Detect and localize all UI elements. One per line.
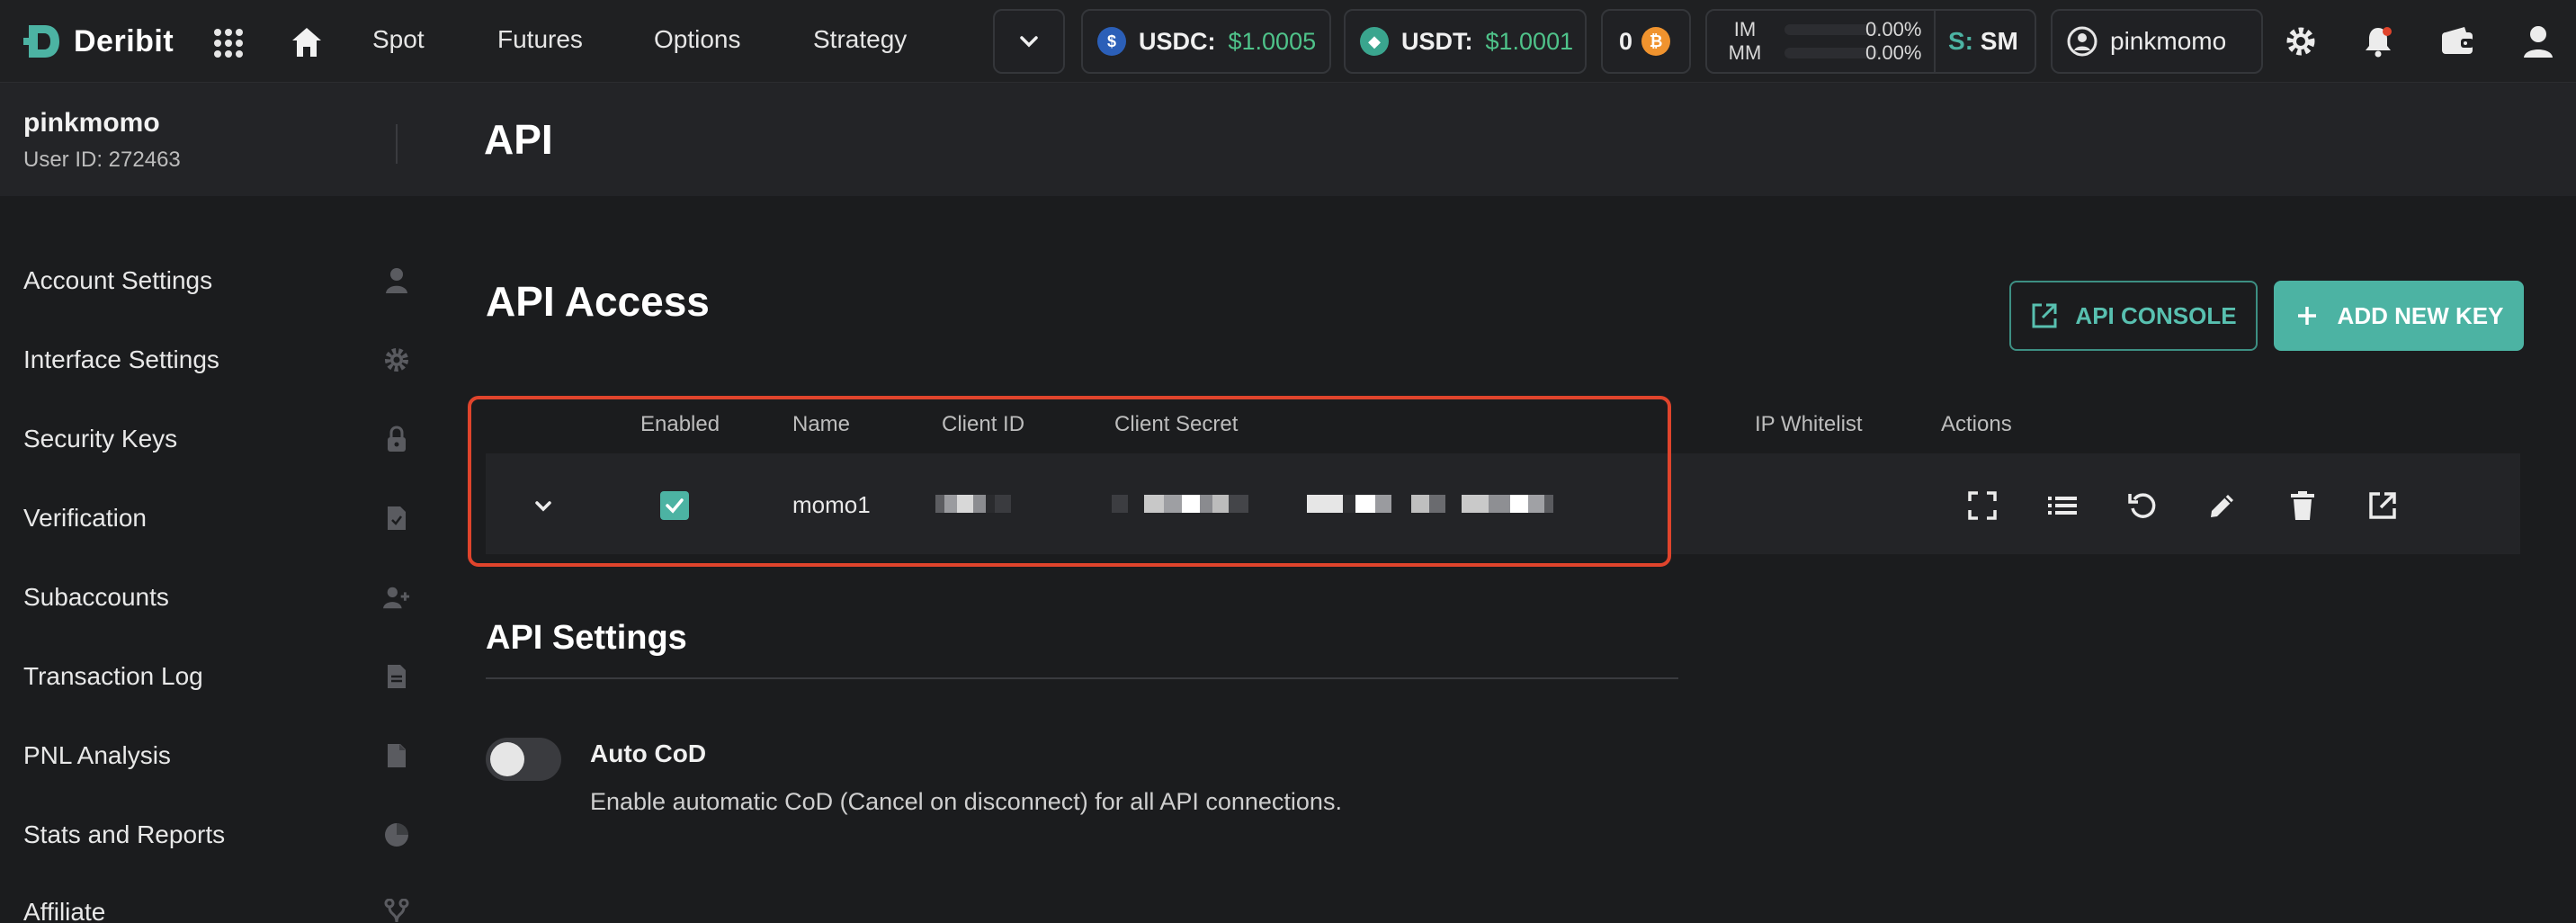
highlight-box [468,396,1671,567]
page-header [0,83,2576,196]
mode-prefix: S: [1948,27,1973,55]
sidebar-item-label: Stats and Reports [23,820,226,848]
sidebar-item-stats-and-reports[interactable]: Stats and Reports [23,808,410,862]
btc-count: 0 [1619,27,1633,55]
fork-icon [383,899,410,923]
account-username: pinkmomo [2110,27,2227,55]
nav-options[interactable]: Options [654,25,741,54]
mm-label: MM [1728,41,1762,64]
document-icon [383,663,410,690]
trash-icon[interactable] [2281,484,2324,527]
brand-name: Deribit [74,23,174,58]
auto-cod-toggle[interactable] [486,738,561,781]
usdc-balance[interactable]: $ USDC: $1.0005 [1081,9,1331,74]
btc-balance[interactable]: 0 ₿ [1601,9,1691,74]
api-access-title: API Access [486,278,710,325]
bell-icon[interactable] [2358,22,2398,61]
lock-icon [383,426,410,453]
fullscreen-icon[interactable] [1961,484,2004,527]
deribit-logo[interactable]: Deribit [22,20,174,63]
sidebar-item-affiliate[interactable]: Affiliate [23,885,410,923]
deribit-logo-icon [23,25,59,58]
users-add-icon [383,584,410,611]
usdt-coin-icon: ◆ [1360,27,1389,56]
file-icon [383,742,410,769]
mm-bar [1784,48,1878,58]
home-icon[interactable] [286,22,327,63]
im-value: 0.00% [1865,18,1922,40]
sidebar-item-label: Subaccounts [23,583,169,611]
user-circle-icon [2067,26,2097,57]
sidebar-item-label: Account Settings [23,266,213,294]
usdc-coin-icon: $ [1097,27,1126,56]
gear-icon [383,346,410,373]
margin-divider [1934,11,1936,72]
nav-futures[interactable]: Futures [497,25,583,54]
user-icon [383,267,410,294]
nav-spot[interactable]: Spot [372,25,425,54]
usdt-balance[interactable]: ◆ USDT: $1.0001 [1344,9,1587,74]
api-console-button[interactable]: API CONSOLE [2009,281,2258,351]
sidebar-item-label: Interface Settings [23,345,219,373]
margin-values: 0.00% 0.00% [1865,18,1922,65]
margin-mode[interactable]: S: SM [1948,27,2018,56]
column-header-actions: Actions [1941,412,2012,436]
section-divider [486,677,1678,679]
sidebar-item-transaction-log[interactable]: Transaction Log [23,650,410,703]
auto-cod-title: Auto CoD [590,739,707,767]
sidebar-item-label: Transaction Log [23,662,203,690]
profile-icon[interactable] [2518,22,2558,61]
header-divider [396,124,398,164]
column-header-ip-whitelist: IP Whitelist [1755,412,1863,436]
account-menu[interactable]: pinkmomo [2051,9,2263,74]
sidebar-item-label: PNL Analysis [23,741,171,769]
sidebar-item-label: Affiliate [23,898,106,923]
edit-pencil-icon[interactable] [2201,484,2244,527]
external-link-icon [2032,303,2057,328]
usdc-label: USDC: [1139,27,1216,55]
im-bar [1784,24,1878,35]
api-settings-title: API Settings [486,619,687,657]
sidebar-item-subaccounts[interactable]: Subaccounts [23,570,410,624]
plus-icon [2297,307,2316,325]
top-bar: Deribit Spot Futures Options Strategy $ … [0,0,2576,83]
chevron-down-icon [1020,36,1038,48]
margin-panel[interactable]: IM MM 0.00% 0.00% S: SM [1705,9,2036,74]
sidebar-item-pnl-analysis[interactable]: PNL Analysis [23,729,410,783]
document-check-icon [383,505,410,532]
usdt-label: USDT: [1401,27,1473,55]
pie-chart-icon [383,821,410,848]
nav-strategy[interactable]: Strategy [813,25,907,54]
usdc-value: $1.0005 [1228,27,1317,55]
sidebar-item-verification[interactable]: Verification [23,491,410,545]
sidebar-item-label: Security Keys [23,425,178,453]
add-new-key-label: ADD NEW KEY [2337,301,2504,329]
sidebar-item-account-settings[interactable]: Account Settings [23,254,410,308]
add-new-key-button[interactable]: ADD NEW KEY [2274,281,2524,351]
btc-coin-icon: ₿ [1641,27,1671,56]
list-icon[interactable] [2041,484,2084,527]
im-label: IM [1733,18,1757,40]
wallet-icon[interactable] [2437,22,2477,61]
open-external-icon[interactable] [2361,484,2404,527]
toggle-knob [490,742,524,776]
sidebar-item-interface-settings[interactable]: Interface Settings [23,333,410,387]
reset-icon[interactable] [2121,484,2164,527]
gear-icon[interactable] [2281,22,2321,61]
user-id: User ID: 272463 [23,148,181,172]
mm-value: 0.00% [1865,41,1922,64]
api-console-label: API CONSOLE [2075,301,2237,329]
sidebar-item-security-keys[interactable]: Security Keys [23,412,410,466]
auto-cod-description: Enable automatic CoD (Cancel on disconne… [590,788,1342,815]
market-dropdown-button[interactable] [993,9,1065,74]
page-title: API [484,116,553,163]
user-name: pinkmomo [23,108,160,138]
usdt-value: $1.0001 [1485,27,1574,55]
sidebar-item-label: Verification [23,504,147,532]
apps-grid-icon[interactable] [209,23,248,63]
mode-value: SM [1980,27,2018,55]
